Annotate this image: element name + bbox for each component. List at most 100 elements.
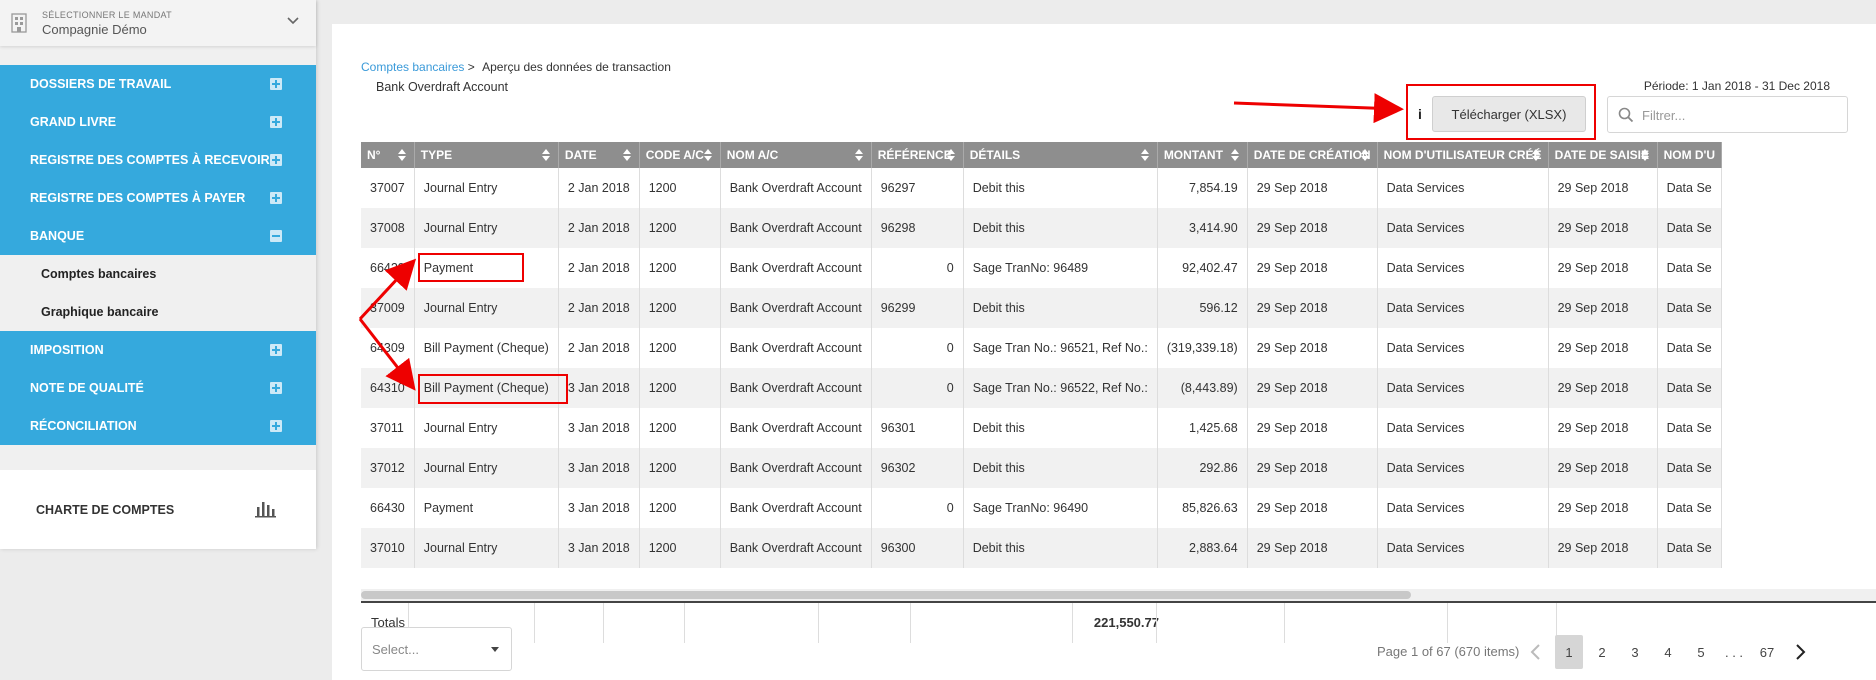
table-header-row: N° TYPE DATE CODE A/C NOM A/C RÉFÉRENCE DÉTAIL… [361,142,1723,168]
column-header[interactable]: NOM A/C [720,142,872,168]
plus-icon[interactable] [270,192,282,204]
sort-icon[interactable] [397,149,406,161]
table-row[interactable]: 66429 Payment 2 Jan 2018 1200 Bank Overdraft… [361,248,1723,288]
table-row[interactable]: 66430 Payment 3 Jan 2018 1200 Bank Overdraft… [361,488,1723,528]
minus-icon[interactable] [270,230,282,242]
plus-icon[interactable] [270,420,282,432]
column-header[interactable]: MONTANT [1157,142,1248,168]
page-size-select[interactable]: Select... [361,627,512,671]
sidebar-item-reconciliation[interactable]: RÉCONCILIATION [0,407,316,445]
table-row[interactable]: 37008 Journal Entry 2 Jan 2018 1200 Bank Ove… [361,208,1723,248]
sort-icon[interactable] [854,149,863,161]
prev-page-button[interactable] [1522,635,1550,669]
sidebar-item-note-qualite[interactable]: NOTE DE QUALITÉ [0,369,316,407]
table-row[interactable]: 37009 Journal Entry 2 Jan 2018 1200 Bank Ove… [361,288,1723,328]
sidebar-item-label: DOSSIERS DE TRAVAIL [30,77,172,91]
table-cell: 1200 [639,408,721,448]
table-cell: Data Se [1657,368,1723,408]
filter-input[interactable] [1642,105,1832,125]
sidebar-item-banque[interactable]: BANQUE [0,217,316,255]
table-cell: Debit this [963,408,1158,448]
table-cell: Data Se [1657,448,1723,488]
table-cell: 292.86 [1157,448,1248,488]
sidebar-item-comptes-payer[interactable]: REGISTRE DES COMPTES À PAYER [0,179,316,217]
sort-icon[interactable] [622,149,631,161]
page-button[interactable]: 3 [1621,635,1649,669]
page-button[interactable]: 67 [1753,635,1781,669]
table-cell: Data Services [1377,448,1549,488]
sidebar-item-imposition[interactable]: IMPOSITION [0,331,316,369]
table-cell: 3 Jan 2018 [558,408,640,448]
page-button[interactable]: 4 [1654,635,1682,669]
sort-icon[interactable] [1531,149,1540,161]
sort-icon[interactable] [1640,149,1649,161]
column-header[interactable]: DATE DE CRÉATION [1247,142,1378,168]
column-header[interactable]: NOM D'UTILISATEUR CRÉÉ [1377,142,1549,168]
column-header[interactable]: RÉFÉRENCE [871,142,964,168]
table-cell: Journal Entry [414,168,559,208]
table-row[interactable]: 37007 Journal Entry 2 Jan 2018 1200 Bank Ove… [361,168,1723,208]
mandate-selector[interactable]: SÉLECTIONNER LE MANDAT Compagnie Démo [0,0,316,46]
table-cell: 2 Jan 2018 [558,328,640,368]
sidebar-subitem-graphique-bancaire[interactable]: Graphique bancaire [0,293,316,331]
column-header[interactable]: TYPE [414,142,559,168]
plus-icon[interactable] [270,154,282,166]
horizontal-scrollbar[interactable] [361,589,1876,601]
sort-icon[interactable] [1230,149,1239,161]
table-row[interactable]: 64309 Bill Payment (Cheque) 2 Jan 2018 1200… [361,328,1723,368]
plus-icon[interactable] [270,382,282,394]
sidebar-item-grand-livre[interactable]: GRAND LIVRE [0,103,316,141]
table-cell: 29 Sep 2018 [1247,408,1378,448]
scrollbar-thumb[interactable] [361,591,1411,599]
column-header[interactable]: DATE [558,142,640,168]
table-cell: Data Services [1377,368,1549,408]
breadcrumb: Comptes bancaires > Aperçu des données d… [361,60,671,74]
table-cell: Bank Overdraft Account [720,408,872,448]
table-cell: Data Services [1377,408,1549,448]
table-cell: Debit this [963,448,1158,488]
table-cell: 29 Sep 2018 [1247,488,1378,528]
breadcrumb-link[interactable]: Comptes bancaires [361,60,464,74]
building-icon [11,13,27,33]
column-header[interactable]: DATE DE SAISIE [1548,142,1658,168]
sidebar-subitem-comptes-bancaires[interactable]: Comptes bancaires [0,255,316,293]
column-header[interactable]: N° [361,142,415,168]
table-cell: 66430 [361,488,415,528]
page-button[interactable]: 2 [1588,635,1616,669]
filter-field[interactable] [1607,96,1848,133]
next-page-button[interactable] [1786,635,1814,669]
column-header[interactable]: DÉTAILS [963,142,1158,168]
sidebar-item-label: GRAND LIVRE [30,115,117,129]
plus-icon[interactable] [270,78,282,90]
table-row[interactable]: 37011 Journal Entry 3 Jan 2018 1200 Bank Ove… [361,408,1723,448]
totals-divider [534,603,535,643]
chart-of-accounts-link[interactable]: CHARTE DE COMPTES [0,470,316,549]
sort-icon[interactable] [946,149,955,161]
table-row[interactable]: 37012 Journal Entry 3 Jan 2018 1200 Bank Ove… [361,448,1723,488]
table-cell: Data Services [1377,168,1549,208]
sort-icon[interactable] [1360,149,1369,161]
info-icon[interactable]: i [1418,106,1422,122]
table-cell: Data Se [1657,528,1723,568]
plus-icon[interactable] [270,116,282,128]
download-xlsx-button[interactable]: Télécharger (XLSX) [1432,96,1586,132]
page-button[interactable]: 5 [1687,635,1715,669]
column-header[interactable]: NOM D'U [1657,142,1723,168]
sort-icon[interactable] [703,149,712,161]
sidebar-item-comptes-recevoir[interactable]: REGISTRE DES COMPTES À RECEVOIR [0,141,316,179]
totals-divider [603,603,604,643]
plus-icon[interactable] [270,344,282,356]
sort-icon[interactable] [541,149,550,161]
table-row[interactable]: 37010 Journal Entry 3 Jan 2018 1200 Bank Ove… [361,528,1723,568]
chevron-down-icon[interactable] [286,14,300,28]
column-header-label: RÉFÉRENCE [877,148,952,162]
table-cell: Data Se [1657,288,1723,328]
table-cell: 3 Jan 2018 [558,368,640,408]
column-header-label: NOM D'U [1663,148,1716,162]
page-button[interactable]: 1 [1555,635,1583,669]
table-cell: 96297 [871,168,964,208]
column-header[interactable]: CODE A/C [639,142,721,168]
sort-icon[interactable] [1140,149,1149,161]
sidebar-item-dossiers[interactable]: DOSSIERS DE TRAVAIL [0,65,316,103]
table-cell: Journal Entry [414,288,559,328]
